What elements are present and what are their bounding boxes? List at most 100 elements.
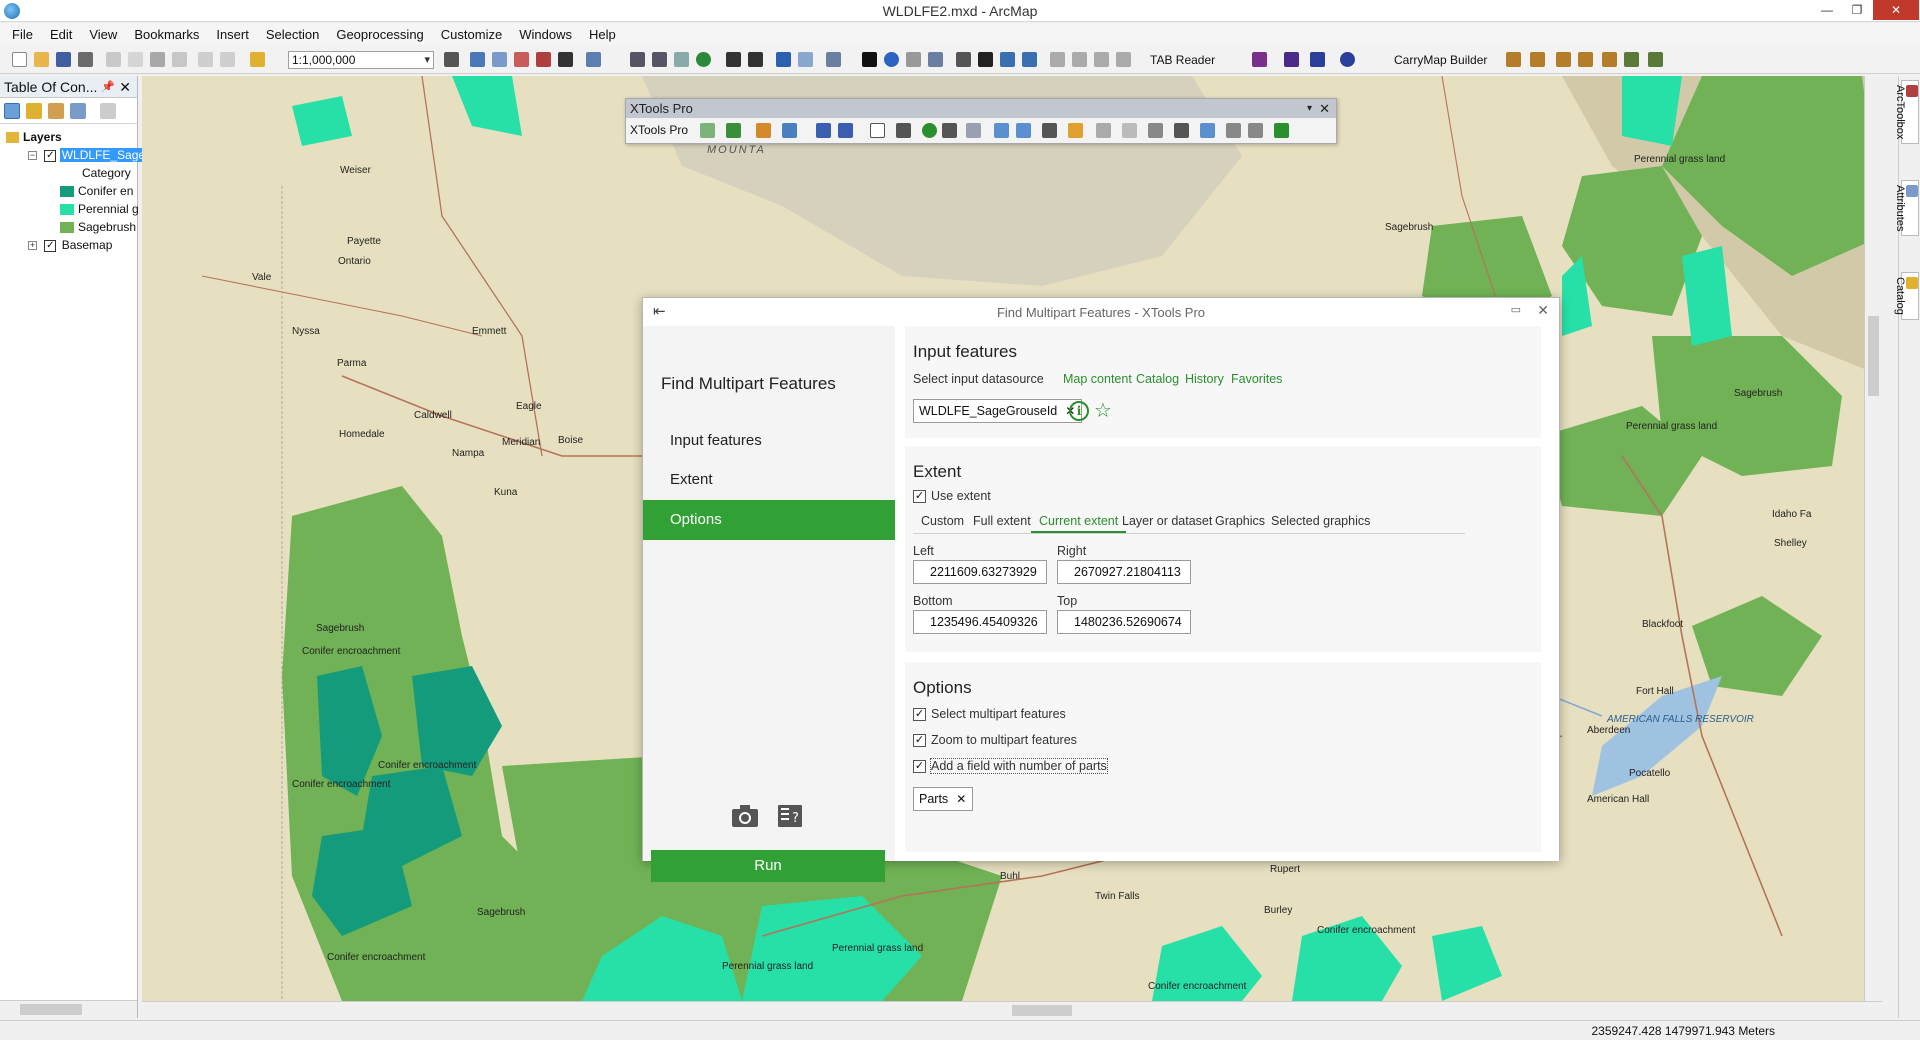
menu-geoprocessing[interactable]: Geoprocessing bbox=[336, 27, 423, 42]
selected-layer-chip[interactable]: WLDLFE_SageGrouseId ✕ bbox=[913, 399, 1083, 423]
carrymap-tool-6-icon[interactable] bbox=[1624, 52, 1639, 67]
add-data-icon[interactable] bbox=[250, 52, 265, 67]
python-window-icon[interactable] bbox=[558, 52, 573, 67]
info-icon[interactable]: i bbox=[1069, 401, 1089, 421]
menu-insert[interactable]: Insert bbox=[216, 27, 249, 42]
tab-full-extent[interactable]: Full extent bbox=[973, 514, 1031, 531]
options-icon[interactable] bbox=[100, 103, 116, 119]
scroll-thumb[interactable] bbox=[1012, 1005, 1072, 1016]
time-slider-icon[interactable] bbox=[1050, 52, 1065, 67]
layer-item-wldlfe[interactable]: − ✓ WLDLFE_Sage bbox=[28, 146, 148, 164]
arctoolbox-icon[interactable] bbox=[536, 52, 551, 67]
refresh-icon[interactable] bbox=[1340, 52, 1355, 67]
menu-customize[interactable]: Customize bbox=[441, 27, 502, 42]
split-icon[interactable] bbox=[838, 123, 853, 138]
new-document-icon[interactable] bbox=[12, 52, 27, 67]
tab-layer-or-dataset[interactable]: Layer or dataset bbox=[1122, 514, 1212, 531]
search-window-icon[interactable] bbox=[514, 52, 529, 67]
pan-hand-icon[interactable] bbox=[674, 52, 689, 67]
info-icon[interactable] bbox=[922, 123, 937, 138]
layers-tool-icon[interactable] bbox=[1042, 123, 1057, 138]
carrymap-tool-4-icon[interactable] bbox=[1578, 52, 1593, 67]
link-favorites[interactable]: Favorites bbox=[1231, 372, 1282, 386]
book-tool-icon[interactable] bbox=[1226, 123, 1241, 138]
layer-name-basemap[interactable]: Basemap bbox=[62, 238, 113, 252]
list-by-drawing-order-icon[interactable] bbox=[4, 103, 20, 119]
table-tools-icon[interactable] bbox=[896, 123, 911, 138]
menu-edit[interactable]: Edit bbox=[50, 27, 72, 42]
close-icon[interactable]: ✕ bbox=[1537, 302, 1549, 319]
close-icon[interactable]: ✕ bbox=[1319, 99, 1330, 118]
viewer-window-icon[interactable] bbox=[1072, 52, 1087, 67]
copy-icon[interactable] bbox=[128, 52, 143, 67]
tab-reader-menu[interactable]: TAB Reader bbox=[1150, 53, 1215, 67]
xtools-tool-icon[interactable] bbox=[700, 123, 715, 138]
identify-icon[interactable] bbox=[884, 52, 899, 67]
menu-bookmarks[interactable]: Bookmarks bbox=[134, 27, 199, 42]
open-folder-icon[interactable] bbox=[34, 52, 49, 67]
layer-name-wldlfe[interactable]: WLDLFE_Sage bbox=[59, 148, 148, 162]
map-scale-dropdown[interactable]: 1:1,000,000 bbox=[288, 51, 434, 69]
overlay-icon[interactable] bbox=[816, 123, 831, 138]
table-operations-icon[interactable] bbox=[726, 123, 741, 138]
zoom-out-icon[interactable] bbox=[652, 52, 667, 67]
parts-field-chip[interactable]: Parts ✕ bbox=[913, 787, 974, 811]
carrymap-tool-3-icon[interactable] bbox=[1556, 52, 1571, 67]
sort-tool-icon[interactable] bbox=[1200, 123, 1215, 138]
overview-window-icon[interactable] bbox=[1094, 52, 1109, 67]
carrymap-builder-menu[interactable]: CarryMap Builder bbox=[1394, 53, 1487, 67]
left-extent-field[interactable]: 2211609.63273929 bbox=[913, 560, 1047, 584]
fixed-zoom-out-icon[interactable] bbox=[748, 52, 763, 67]
menu-file[interactable]: File bbox=[12, 27, 33, 42]
maximize-icon[interactable]: ▭ bbox=[1511, 303, 1521, 316]
tab-graphics[interactable]: Graphics bbox=[1215, 514, 1265, 531]
nav-input-features[interactable]: Input features bbox=[643, 421, 895, 461]
carrymap-tool-1-icon[interactable] bbox=[1506, 52, 1521, 67]
find-route-icon[interactable] bbox=[1000, 52, 1015, 67]
menu-view[interactable]: View bbox=[89, 27, 117, 42]
toc-horizontal-scrollbar[interactable] bbox=[0, 1000, 137, 1018]
edit-pencil-icon[interactable] bbox=[756, 123, 771, 138]
cut-icon[interactable] bbox=[106, 52, 121, 67]
minimize-button[interactable]: — bbox=[1812, 0, 1842, 20]
layer-visibility-checkbox[interactable]: ✓ bbox=[44, 149, 57, 162]
link-history[interactable]: History bbox=[1185, 372, 1224, 386]
scroll-thumb[interactable] bbox=[20, 1004, 82, 1015]
scroll-thumb[interactable] bbox=[1868, 316, 1879, 396]
link-catalog[interactable]: Catalog bbox=[1136, 372, 1179, 386]
xtools-pro-menu[interactable]: XTools Pro bbox=[630, 123, 688, 137]
close-window-button[interactable]: ✕ bbox=[1873, 0, 1919, 20]
pin-icon[interactable]: 📌 bbox=[101, 76, 115, 98]
select-multipart-checkbox[interactable]: ✓ bbox=[913, 708, 926, 721]
dock-tab-attributes[interactable]: Attributes bbox=[1894, 180, 1919, 237]
undo-icon[interactable] bbox=[198, 52, 213, 67]
menu-windows[interactable]: Windows bbox=[519, 27, 572, 42]
fixed-zoom-in-icon[interactable] bbox=[726, 52, 741, 67]
tab-current-extent[interactable]: Current extent bbox=[1031, 514, 1127, 533]
carrymap-tool-5-icon[interactable] bbox=[1602, 52, 1617, 67]
copy-tool-icon[interactable] bbox=[1096, 123, 1111, 138]
table-of-contents-icon[interactable] bbox=[470, 52, 485, 67]
tab-import-icon[interactable] bbox=[1252, 52, 1267, 67]
model-builder-icon[interactable] bbox=[586, 52, 601, 67]
full-extent-icon[interactable] bbox=[696, 52, 711, 67]
find-icon[interactable] bbox=[978, 52, 993, 67]
top-extent-field[interactable]: 1480236.52690674 bbox=[1057, 610, 1191, 634]
tab-custom[interactable]: Custom bbox=[921, 514, 964, 531]
hyperlink-icon[interactable] bbox=[906, 52, 921, 67]
carrymap-tool-2-icon[interactable] bbox=[1530, 52, 1545, 67]
menu-help[interactable]: Help bbox=[589, 27, 616, 42]
dialog-titlebar[interactable]: ⇤ Find Multipart Features - XTools Pro ▭… bbox=[643, 298, 1559, 326]
use-extent-checkbox[interactable]: ✓ bbox=[913, 490, 926, 503]
map-tool-icon[interactable] bbox=[1248, 123, 1263, 138]
xtools-titlebar[interactable]: XTools Pro ▾ ✕ bbox=[626, 99, 1336, 118]
right-extent-field[interactable]: 2670927.21804113 bbox=[1057, 560, 1191, 584]
carrymap-tool-7-icon[interactable] bbox=[1648, 52, 1663, 67]
settings-tool-icon[interactable] bbox=[1148, 123, 1163, 138]
link-icon[interactable] bbox=[1016, 123, 1031, 138]
select-elements-icon[interactable] bbox=[862, 52, 877, 67]
layers-root[interactable]: Layers bbox=[6, 128, 62, 146]
grid-tool-icon[interactable] bbox=[1122, 123, 1137, 138]
basemap-visibility-checkbox[interactable]: ✓ bbox=[44, 239, 57, 252]
feature-conversions-icon[interactable] bbox=[782, 123, 797, 138]
